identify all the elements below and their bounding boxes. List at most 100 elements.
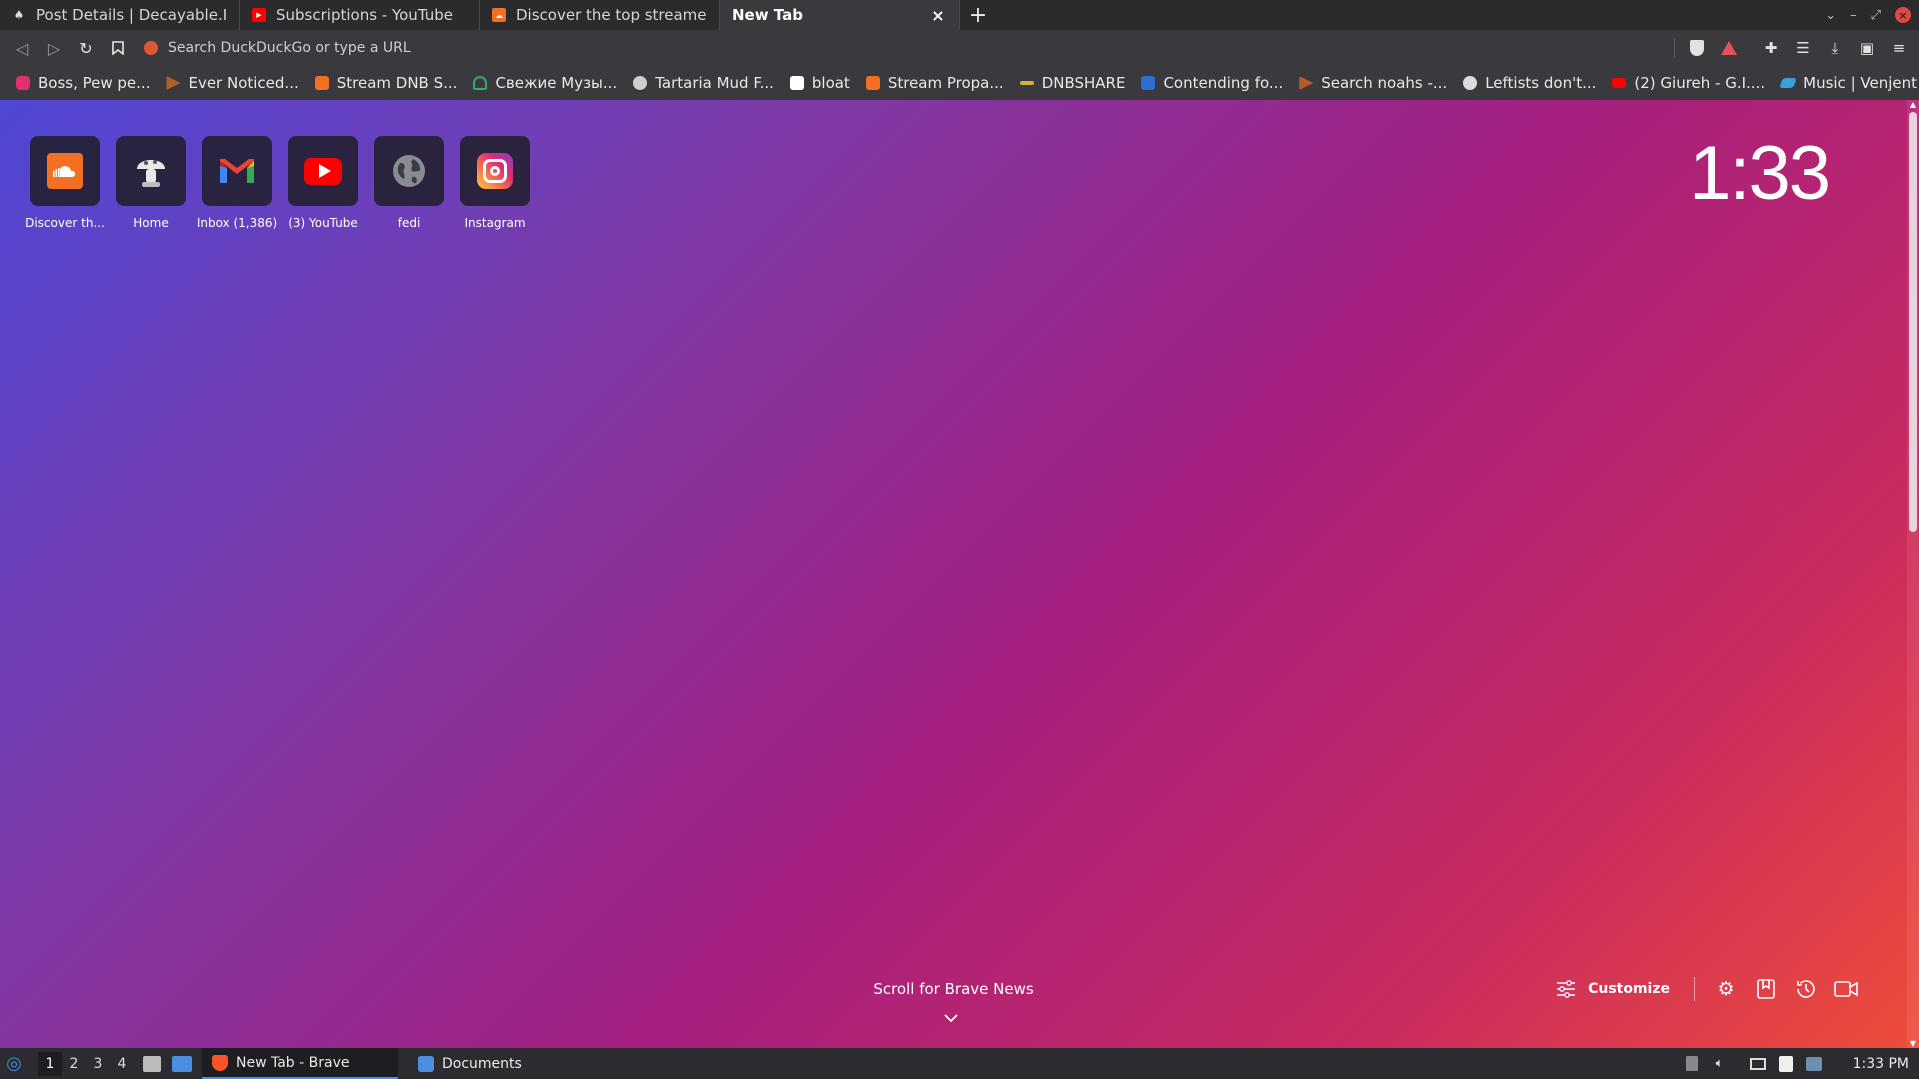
back-button[interactable]: ◁ [6, 32, 38, 64]
top-site-tile[interactable]: (3) YouTube [288, 136, 358, 230]
top-site-tile[interactable]: Home [116, 136, 186, 230]
downloads-button[interactable]: ⤓ [1821, 34, 1849, 62]
sidebar-button[interactable]: ▣ [1853, 34, 1881, 62]
video-camera-icon [1834, 981, 1858, 997]
workspace-3[interactable]: 3 [86, 1052, 110, 1076]
top-site-icon-box [374, 136, 444, 206]
address-bar[interactable]: Search DuckDuckGo or type a URL [134, 34, 1666, 62]
page-scrollbar[interactable]: ▲ ▼ [1907, 100, 1919, 1048]
new-tab-button[interactable]: + [960, 0, 996, 30]
reading-list-button[interactable]: ☰ [1789, 34, 1817, 62]
customize-button[interactable]: Customize [1546, 980, 1680, 998]
new-tab-actions: Customize ⚙ [1546, 974, 1863, 1004]
bloat-icon [789, 76, 804, 90]
task-brave[interactable]: New Tab - Brave [202, 1048, 398, 1079]
top-site-label: fedi [397, 216, 421, 230]
playlist-icon: ☰ [1796, 39, 1810, 57]
tab-title: New Tab [732, 6, 803, 24]
soundcloud-icon: ☁ [492, 8, 506, 22]
bookmark-label: Свежие Музы... [495, 74, 618, 92]
brave-rewards-button[interactable] [1715, 34, 1743, 62]
brave-icon [212, 1054, 228, 1071]
os-taskbar: ◎ 1 2 3 4 New Tab - Brave Documents 🔈︎ 1… [0, 1048, 1919, 1079]
brave-shield-icon [1690, 40, 1704, 56]
history-button[interactable] [1789, 974, 1823, 1004]
tab-strip: ♠ Post Details | Decayable.Ink ▶ Subscri… [0, 0, 1919, 30]
youtube-icon [304, 157, 342, 185]
toolbar-actions: ✚ ☰ ⤓ ▣ ≡ [1683, 34, 1919, 62]
bookmarks-button[interactable] [1749, 974, 1783, 1004]
bookmark-icon [112, 41, 124, 55]
tab-title: Post Details | Decayable.Ink [36, 6, 227, 24]
youtube-icon [1612, 78, 1627, 88]
mushroom-icon [137, 160, 165, 187]
bookmark-item[interactable]: Stream DNB S... [307, 70, 466, 96]
menu-button[interactable]: ≡ [1885, 34, 1913, 62]
start-menu-button[interactable]: ◎ [0, 1048, 28, 1079]
bookmark-item[interactable]: Ever Noticed... [158, 70, 306, 96]
settings-button[interactable]: ⚙ [1709, 974, 1743, 1004]
workspace-1[interactable]: 1 [38, 1051, 62, 1076]
bookmark-item[interactable]: Music | Venjent [1773, 70, 1919, 96]
task-documents[interactable]: Documents [408, 1048, 604, 1079]
bookmark-item[interactable]: Boss, Pew pe... [8, 70, 158, 96]
brave-shields-button[interactable] [1683, 34, 1711, 62]
globe-icon [393, 155, 425, 187]
top-site-label: Instagram [464, 216, 526, 230]
tab-new-tab[interactable]: New Tab × [720, 0, 960, 30]
top-site-icon-box [30, 136, 100, 206]
bookmark-label: Tartaria Mud F... [655, 74, 774, 92]
task-label: Documents [442, 1055, 522, 1072]
bookmark-item[interactable]: Свежие Музы... [465, 70, 625, 96]
workspace-4[interactable]: 4 [110, 1052, 134, 1076]
forward-button[interactable]: ▷ [38, 32, 70, 64]
scroll-up-icon[interactable]: ▲ [1908, 100, 1918, 109]
bookmark-page-button[interactable] [102, 32, 134, 64]
clipboard-icon[interactable] [1683, 1055, 1701, 1073]
window-close-icon[interactable]: × [1895, 7, 1911, 23]
top-site-tile[interactable]: Inbox (1,386) [197, 136, 277, 230]
tab-decayable[interactable]: ♠ Post Details | Decayable.Ink [0, 0, 240, 30]
minimize-icon[interactable]: – [1850, 8, 1857, 23]
desktop-icon[interactable] [170, 1052, 194, 1076]
top-site-label: Inbox (1,386) [196, 216, 278, 230]
network-icon[interactable] [1749, 1055, 1767, 1073]
top-site-tile[interactable]: Instagram [460, 136, 530, 230]
tab-close-icon[interactable]: × [929, 6, 947, 25]
scroll-down-icon[interactable]: ▼ [1908, 1039, 1918, 1048]
system-tray: 🔈︎ 1:33 PM [1683, 1048, 1919, 1079]
bookmark-item[interactable]: Stream Propa... [858, 70, 1012, 96]
top-site-tile[interactable]: fedi [374, 136, 444, 230]
chevron-down-icon[interactable] [943, 1008, 959, 1027]
volume-icon[interactable]: 🔈︎ [1711, 1055, 1729, 1073]
bookmark-item[interactable]: Search noahs -... [1291, 70, 1455, 96]
sidebar-icon: ▣ [1859, 39, 1875, 57]
actions-divider [1694, 977, 1695, 1001]
bookmark-item[interactable]: bloat [782, 70, 858, 96]
history-icon [1797, 980, 1815, 998]
top-site-label: Discover th... [25, 216, 105, 230]
bookmark-item[interactable]: Tartaria Mud F... [625, 70, 782, 96]
update-notifier-icon[interactable] [1805, 1055, 1823, 1073]
scrollbar-thumb[interactable] [1909, 112, 1917, 532]
reload-button[interactable]: ↻ [70, 32, 102, 64]
notes-icon[interactable] [1777, 1055, 1795, 1073]
file-cabinet-icon[interactable] [140, 1052, 164, 1076]
gear-icon: ⚙ [1717, 978, 1735, 1000]
workspace-2[interactable]: 2 [62, 1052, 86, 1076]
bookmark-label: DNBSHARE [1041, 74, 1126, 92]
bookmark-item[interactable]: Leftists don't... [1455, 70, 1604, 96]
tab-search-chevron-icon[interactable]: ⌄ [1825, 8, 1836, 23]
top-site-tile[interactable]: Discover th... [25, 136, 105, 230]
maximize-icon[interactable]: ⤢ [1871, 8, 1881, 23]
brave-talk-button[interactable] [1829, 974, 1863, 1004]
linux-logo-icon: ◎ [6, 1053, 22, 1074]
bookmark-label: Boss, Pew pe... [38, 74, 151, 92]
gmail-icon [220, 159, 254, 183]
extensions-button[interactable]: ✚ [1757, 34, 1785, 62]
tab-soundcloud-discover[interactable]: ☁ Discover the top streamed music [480, 0, 720, 30]
bookmark-item[interactable]: DNBSHARE [1012, 70, 1134, 96]
bookmark-item[interactable]: Contending fo... [1133, 70, 1291, 96]
tab-youtube-subscriptions[interactable]: ▶ Subscriptions - YouTube [240, 0, 480, 30]
bookmark-item[interactable]: (2) Giureh - G.I.... [1604, 70, 1773, 96]
